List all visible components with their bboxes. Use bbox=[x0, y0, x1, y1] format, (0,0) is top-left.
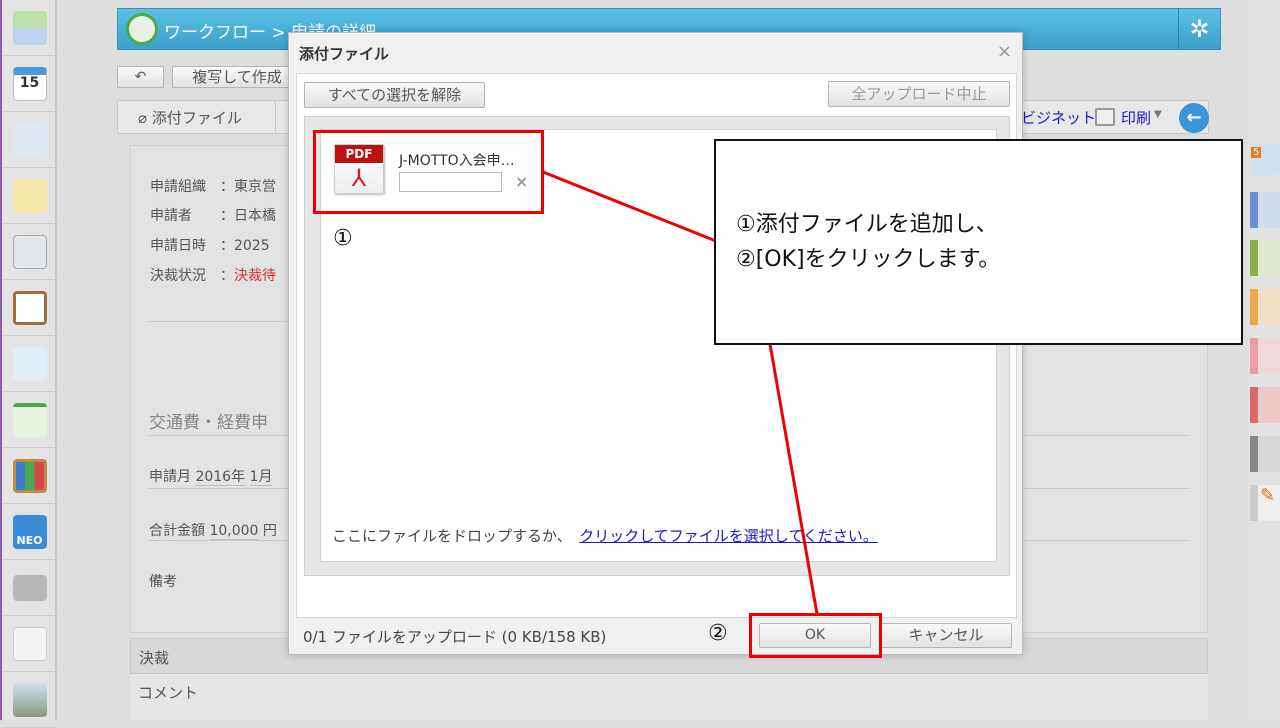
instruction-callout: ①添付ファイルを追加し、 ②[OK]をクリックします。 bbox=[714, 139, 1243, 345]
step-marker-2: ② bbox=[708, 621, 728, 646]
annotation-line-1 bbox=[542, 170, 717, 243]
step-marker-1: ① bbox=[333, 226, 353, 251]
callout-line-2: ②[OK]をクリックします。 bbox=[736, 247, 1001, 272]
highlight-file-box bbox=[313, 130, 544, 214]
annotation-lines bbox=[542, 170, 819, 615]
highlight-ok-box bbox=[749, 613, 882, 658]
callout-line-1: ①添付ファイルを追加し、 bbox=[736, 212, 998, 237]
annotation-line-2 bbox=[768, 343, 819, 615]
